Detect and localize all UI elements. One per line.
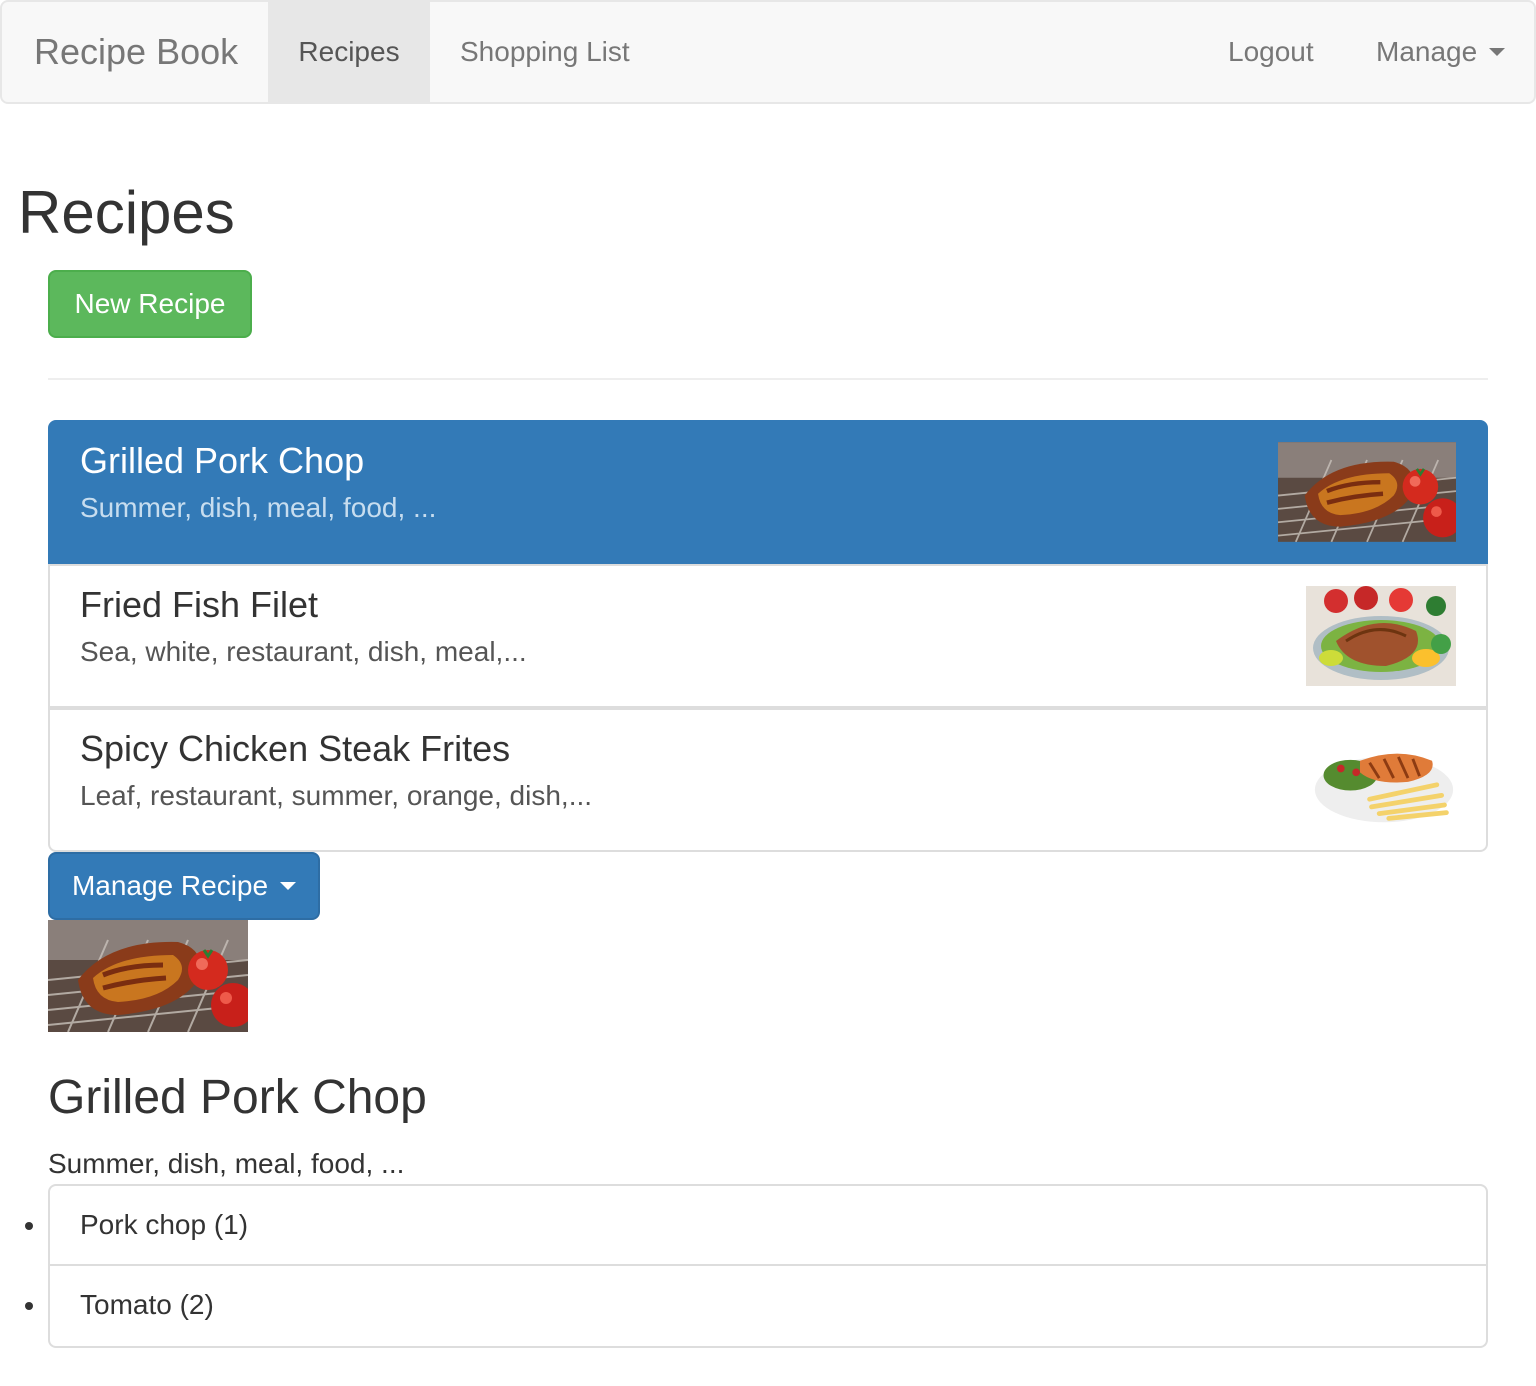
recipe-detail-image bbox=[48, 920, 248, 1032]
recipe-item[interactable]: Grilled Pork Chop Summer, dish, meal, fo… bbox=[48, 420, 1488, 564]
page-title: Recipes bbox=[18, 179, 235, 246]
chevron-down-icon bbox=[280, 881, 297, 890]
recipe-description: Summer, dish, meal, food, ... bbox=[80, 492, 437, 523]
ingredient-list: Pork chop (1) Tomato (2) bbox=[48, 1184, 1488, 1348]
recipe-name: Grilled Pork Chop bbox=[80, 440, 365, 481]
nav-logout[interactable]: Logout bbox=[1228, 2, 1314, 102]
recipe-item[interactable]: Fried Fish Filet Sea, white, restaurant,… bbox=[48, 564, 1488, 708]
navbar: Recipe Book Recipes Shopping List Logout… bbox=[0, 0, 1536, 104]
recipe-description: Sea, white, restaurant, dish, meal,... bbox=[80, 636, 527, 667]
nav-manage-label: Manage bbox=[1376, 36, 1478, 67]
recipe-image bbox=[1278, 442, 1456, 542]
nav-recipes[interactable]: Recipes bbox=[268, 2, 430, 102]
manage-recipe-button[interactable]: Manage Recipe bbox=[48, 852, 320, 920]
ingredient-item: Pork chop (1) bbox=[48, 1184, 1488, 1266]
recipe-description: Leaf, restaurant, summer, orange, dish,.… bbox=[80, 780, 593, 811]
recipe-list: Grilled Pork Chop Summer, dish, meal, fo… bbox=[48, 420, 1488, 852]
recipe-name: Spicy Chicken Steak Frites bbox=[80, 728, 511, 769]
new-recipe-button[interactable]: New Recipe bbox=[48, 270, 252, 338]
nav-shopping-list[interactable]: Shopping List bbox=[460, 2, 630, 102]
nav-manage-dropdown[interactable]: Manage bbox=[1376, 2, 1506, 102]
recipe-image bbox=[1306, 586, 1456, 686]
recipe-detail-title: Grilled Pork Chop bbox=[48, 1071, 427, 1124]
recipe-name: Fried Fish Filet bbox=[80, 584, 319, 625]
divider bbox=[48, 378, 1488, 380]
chevron-down-icon bbox=[1489, 47, 1506, 56]
recipe-detail-description: Summer, dish, meal, food, ... bbox=[48, 1148, 405, 1179]
recipe-image bbox=[1312, 730, 1456, 830]
recipe-item[interactable]: Spicy Chicken Steak Frites Leaf, restaur… bbox=[48, 708, 1488, 852]
manage-recipe-label: Manage Recipe bbox=[71, 870, 269, 901]
ingredient-item: Tomato (2) bbox=[48, 1266, 1488, 1348]
brand-link[interactable]: Recipe Book bbox=[34, 2, 238, 102]
